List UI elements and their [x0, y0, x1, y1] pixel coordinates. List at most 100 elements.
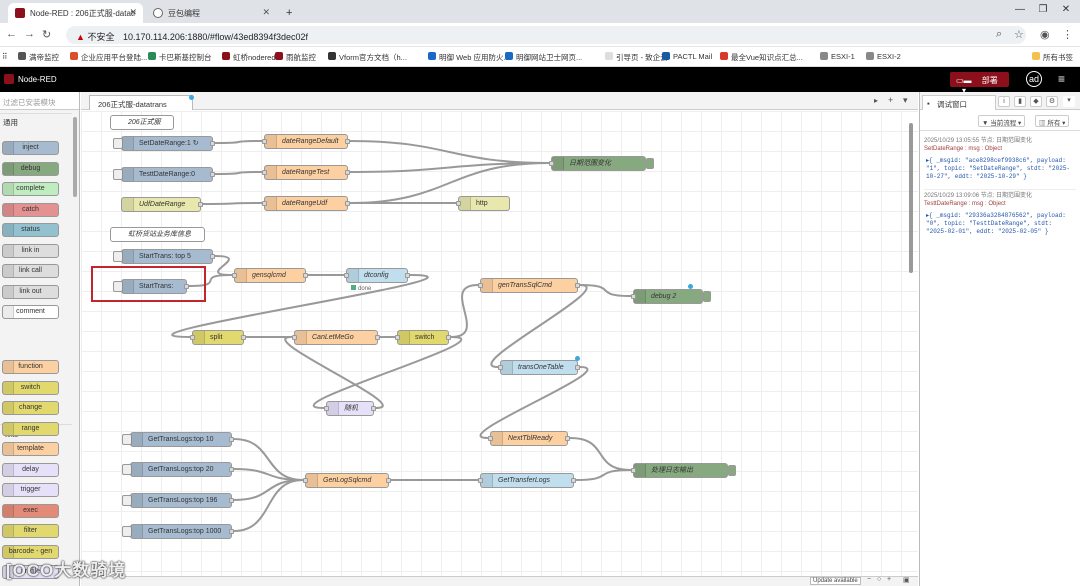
wire[interactable]: [214, 255, 233, 276]
zoom-icon[interactable]: ⌕: [996, 28, 1002, 41]
input-port[interactable]: [549, 161, 554, 166]
bookmark-item[interactable]: 满帝监控: [18, 52, 59, 63]
input-port[interactable]: [303, 478, 308, 483]
flow-node-fn4[interactable]: gensqlcmd: [232, 268, 308, 283]
flow-node-db3[interactable]: GetTransferLogs: [478, 473, 576, 488]
palette-node-exec[interactable]: exec: [2, 503, 59, 518]
wire[interactable]: [490, 284, 588, 368]
flow-node-fn6[interactable]: CanLetMeGo: [292, 330, 380, 345]
zoom-reset-icon[interactable]: ○: [877, 576, 881, 583]
bookmark-item[interactable]: PACTL Mail: [662, 52, 712, 61]
input-port[interactable]: [262, 139, 267, 144]
tab-debug[interactable]: ▪ 调试窗口: [922, 95, 996, 110]
canvas-scrollbar[interactable]: [909, 123, 913, 273]
output-port[interactable]: [210, 141, 215, 146]
flow-node-in5[interactable]: GetTransLogs:top 10: [122, 432, 234, 447]
flow-node-fn3[interactable]: dateRangeUdf: [262, 196, 350, 211]
palette-node-complete[interactable]: complete: [2, 182, 59, 196]
palette-node-link-out[interactable]: link out: [2, 284, 59, 299]
palette-node-change[interactable]: change: [2, 401, 59, 415]
flow-node-cm2[interactable]: 虹桥货站业务库信息: [110, 227, 205, 242]
user-avatar[interactable]: ad: [1026, 71, 1042, 87]
flow-list-icon[interactable]: ▾: [903, 95, 908, 106]
flow-node-ht1[interactable]: UdfDateRange: [121, 197, 203, 212]
close-window-icon[interactable]: ✕: [1056, 4, 1076, 15]
bookmark-item[interactable]: 雨航监控: [275, 52, 316, 63]
output-port[interactable]: [371, 406, 376, 411]
output-port[interactable]: [575, 283, 580, 288]
add-flow-icon[interactable]: +: [888, 95, 893, 105]
flow-node-in8[interactable]: GetTransLogs:top 1000: [122, 524, 234, 539]
bookmark-item[interactable]: 企业应用平台登陆...: [70, 52, 147, 63]
zoom-out-icon[interactable]: −: [867, 576, 871, 583]
config-icon[interactable]: ◆: [1030, 96, 1042, 107]
wire[interactable]: [202, 202, 263, 205]
output-port[interactable]: [386, 478, 391, 483]
message-body[interactable]: ▸{ _msgid: "ace8298cef9938c6", payload: …: [924, 157, 1076, 181]
filter-select[interactable]: ▼ 当前流程 ▾: [978, 115, 1026, 127]
deploy-button[interactable]: ▭▬ 部署 ▾: [950, 72, 1009, 95]
help-icon[interactable]: ▮: [1014, 96, 1026, 107]
wire[interactable]: [349, 140, 550, 164]
flow-node-in2[interactable]: TesttDateRange:0: [113, 167, 215, 182]
palette-node-switch[interactable]: switch: [2, 380, 59, 395]
input-port[interactable]: [478, 283, 483, 288]
wire[interactable]: [579, 284, 632, 297]
tab-flow[interactable]: 206正式服-datatrans: [89, 95, 193, 110]
output-port[interactable]: [565, 436, 570, 441]
palette-node-range[interactable]: range: [2, 421, 59, 436]
bookmark-item[interactable]: 明御 Web 应用防火...: [428, 52, 510, 63]
input-port[interactable]: [324, 406, 329, 411]
palette-search-input[interactable]: 过滤已安装模块: [0, 92, 79, 110]
bookmark-item[interactable]: 引导页 - 致企云: [605, 52, 668, 63]
palette-node-link-call[interactable]: link call: [2, 264, 59, 278]
clear-select[interactable]: ▥ 所有 ▾: [1035, 115, 1070, 127]
wire[interactable]: [349, 162, 550, 204]
all-bookmarks[interactable]: 所有书签: [1032, 52, 1073, 63]
palette-node-status[interactable]: status: [2, 223, 59, 237]
wire[interactable]: [233, 479, 304, 532]
new-tab-button[interactable]: +: [280, 2, 300, 22]
flow-node-fn8[interactable]: GenLogSqlcmd: [303, 473, 391, 488]
flow-node-db1[interactable]: dtconfig: [344, 268, 410, 283]
wire[interactable]: [569, 437, 632, 471]
output-port[interactable]: [571, 478, 576, 483]
palette-node-template[interactable]: template: [2, 442, 59, 456]
debug-toggle-button[interactable]: [703, 291, 711, 302]
bookmark-item[interactable]: 明御网站卫士网页...: [505, 52, 582, 63]
sidebar-menu-icon[interactable]: ▾: [1063, 96, 1075, 107]
zoom-in-icon[interactable]: +: [887, 576, 891, 583]
output-port[interactable]: [210, 172, 215, 177]
reload-icon[interactable]: ↻: [42, 28, 51, 41]
palette-node-comment[interactable]: comment: [2, 305, 59, 319]
flow-node-fn7[interactable]: NextTblReady: [488, 431, 570, 446]
browser-menu-icon[interactable]: ⋮: [1062, 28, 1073, 41]
palette-node-trigger[interactable]: trigger: [2, 483, 59, 497]
palette-node-link-in[interactable]: link in: [2, 243, 59, 258]
flow-node-lk2[interactable]: 处理日志输出: [631, 463, 736, 478]
flow-node-cm1[interactable]: 206正式服: [110, 115, 174, 130]
debug-toggle-button[interactable]: [646, 158, 654, 169]
output-port[interactable]: [446, 335, 451, 340]
flow-next-icon[interactable]: ▸: [874, 96, 878, 105]
wire[interactable]: [450, 284, 479, 338]
palette-scrollbar[interactable]: [73, 117, 77, 197]
palette-node-delay[interactable]: delay: [2, 462, 59, 477]
input-port[interactable]: [631, 294, 636, 299]
flow-node-rnd[interactable]: 随机: [324, 401, 376, 416]
bookmark-item[interactable]: ESXI-2: [866, 52, 901, 61]
output-port[interactable]: [405, 273, 410, 278]
flow-node-ht2[interactable]: http: [456, 196, 510, 211]
input-port[interactable]: [292, 335, 297, 340]
input-port[interactable]: [631, 468, 636, 473]
main-menu-icon[interactable]: ≡: [1058, 72, 1065, 86]
input-port[interactable]: [262, 170, 267, 175]
update-available-button[interactable]: Update available: [810, 577, 861, 585]
input-port[interactable]: [344, 273, 349, 278]
palette-node-function[interactable]: function: [2, 360, 59, 374]
flow-node-fn1[interactable]: dateRangeDefault: [262, 134, 350, 149]
wire[interactable]: [233, 479, 304, 501]
url-field[interactable]: ▲ 不安全 10.170.114.206:1880/#flow/43ed8394…: [66, 26, 1026, 44]
output-port[interactable]: [229, 437, 234, 442]
input-port[interactable]: [262, 201, 267, 206]
